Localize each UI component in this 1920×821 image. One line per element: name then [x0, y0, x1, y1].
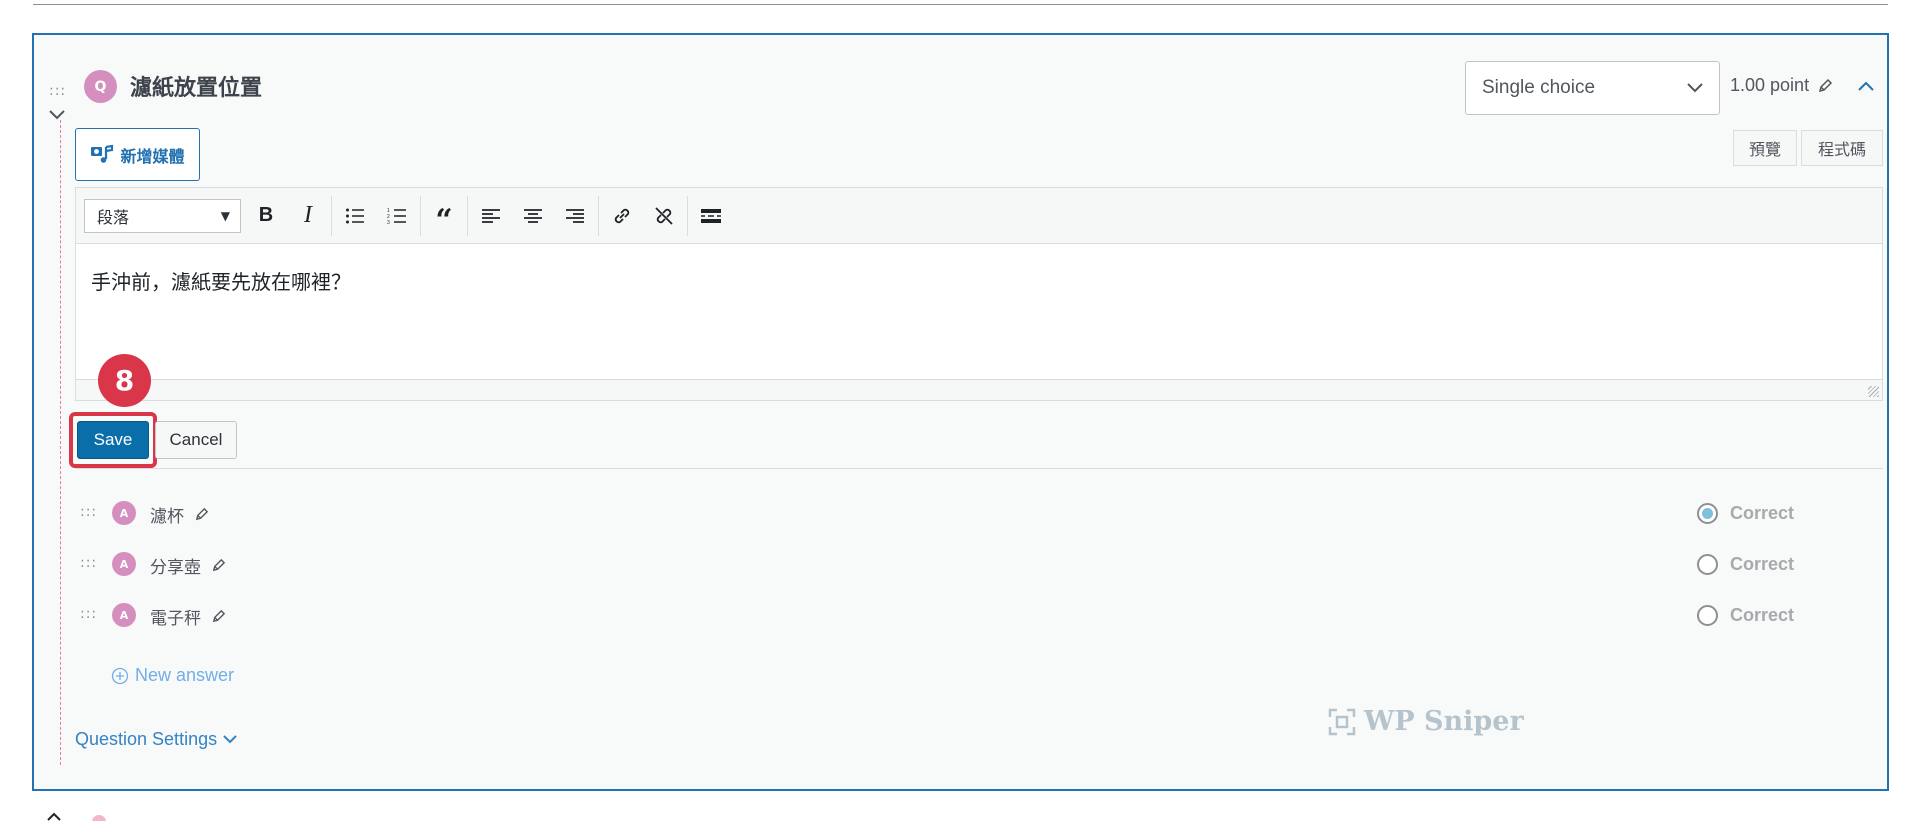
answer-text: 電子秤: [150, 609, 201, 629]
blockquote-icon[interactable]: “: [423, 196, 465, 238]
align-right-icon[interactable]: [554, 196, 596, 236]
correct-radio[interactable]: Correct: [1697, 605, 1794, 626]
answer-badge: A: [112, 501, 136, 525]
answer-text: 濾杯: [150, 507, 184, 527]
answer-drag-handle[interactable]: :::: [80, 505, 97, 519]
chevron-down-icon: [49, 110, 65, 120]
radio-checked-icon[interactable]: [1697, 503, 1718, 524]
points-value: 1.00 point: [1730, 75, 1810, 95]
correct-label: Correct: [1730, 605, 1795, 625]
bold-icon[interactable]: B: [245, 196, 287, 236]
correct-radio[interactable]: Correct: [1697, 503, 1794, 524]
italic-icon[interactable]: I: [287, 196, 329, 236]
toolbar-separator: [420, 195, 421, 236]
top-divider: [33, 4, 1888, 5]
correct-radio[interactable]: Correct: [1697, 554, 1794, 575]
toolbar-separator: [598, 195, 599, 236]
add-media-label: 新增媒體: [120, 146, 185, 166]
correct-label: Correct: [1730, 503, 1795, 523]
question-rail: [60, 120, 61, 765]
answer-item[interactable]: 分享壺: [150, 553, 226, 578]
add-media-button[interactable]: 新增媒體: [75, 128, 200, 181]
collapse-question-button[interactable]: [1858, 76, 1874, 95]
resize-handle-icon[interactable]: [1868, 386, 1879, 397]
question-type-select[interactable]: Single choice: [1465, 61, 1720, 115]
dropdown-caret-icon: ▼: [220, 208, 230, 223]
chevron-up-icon: [1858, 81, 1874, 91]
unlink-icon[interactable]: [643, 196, 685, 236]
toolbar-separator: [687, 195, 688, 236]
new-answer-button[interactable]: New answer: [111, 665, 234, 686]
radio-unchecked-icon[interactable]: [1697, 554, 1718, 575]
save-button[interactable]: Save: [77, 421, 149, 459]
pencil-icon[interactable]: [1817, 78, 1833, 94]
question-settings-toggle[interactable]: Question Settings: [75, 729, 237, 750]
cancel-button[interactable]: Cancel: [155, 421, 237, 459]
answer-drag-handle[interactable]: :::: [80, 607, 97, 621]
answer-item[interactable]: 電子秤: [150, 604, 226, 629]
answer-drag-handle[interactable]: :::: [80, 556, 97, 570]
editor-status-bar: [76, 379, 1882, 400]
next-question-badge: [92, 815, 106, 821]
question-drag-handle[interactable]: :::: [49, 84, 66, 98]
pencil-icon[interactable]: [194, 507, 209, 522]
chevron-down-icon: [223, 735, 237, 744]
media-icon: [91, 144, 114, 163]
question-badge: Q: [84, 70, 117, 103]
new-answer-label: New answer: [135, 665, 235, 685]
editor-content[interactable]: 手沖前，濾紙要先放在哪裡？: [76, 244, 1882, 379]
pencil-icon[interactable]: [211, 558, 226, 573]
tab-code[interactable]: 程式碼: [1801, 130, 1883, 166]
chevron-down-icon: [1687, 83, 1703, 93]
question-panel: [32, 33, 1889, 791]
numbered-list-icon[interactable]: 123: [376, 196, 418, 236]
correct-label: Correct: [1730, 554, 1795, 574]
question-title[interactable]: 濾紙放置位置: [130, 70, 262, 102]
more-tag-icon[interactable]: [690, 196, 732, 236]
rich-text-editor: 段落 ▼ B I 123 “ 手沖前，濾紙要先放在哪裡？: [75, 187, 1883, 401]
watermark: WP Sniper: [1328, 706, 1524, 737]
answer-item[interactable]: 濾杯: [150, 502, 209, 527]
next-question-toggle[interactable]: [47, 806, 61, 821]
toolbar-separator: [331, 195, 332, 236]
plus-circle-icon: [111, 667, 129, 684]
align-left-icon[interactable]: [470, 196, 512, 236]
watermark-logo-icon: [1328, 708, 1356, 735]
bullet-list-icon[interactable]: [334, 196, 376, 236]
svg-text:3: 3: [387, 220, 390, 225]
format-select[interactable]: 段落 ▼: [84, 198, 241, 233]
link-icon[interactable]: [601, 196, 643, 236]
question-points[interactable]: 1.00 point: [1730, 75, 1833, 96]
pencil-icon[interactable]: [211, 609, 226, 624]
question-type-value: Single choice: [1482, 77, 1596, 98]
expand-toggle[interactable]: [49, 105, 65, 124]
answer-text: 分享壺: [150, 558, 201, 578]
format-value: 段落: [97, 207, 130, 227]
align-center-icon[interactable]: [512, 196, 554, 236]
watermark-text: WP Sniper: [1364, 706, 1524, 737]
step-marker: 8: [98, 354, 151, 407]
question-settings-label: Question Settings: [75, 729, 218, 749]
editor-toolbar: 段落 ▼ B I 123 “: [76, 188, 1882, 244]
radio-unchecked-icon[interactable]: [1697, 605, 1718, 626]
answers-divider: [75, 468, 1883, 469]
answer-badge: A: [112, 552, 136, 576]
answer-badge: A: [112, 603, 136, 627]
chevron-up-icon: [47, 812, 61, 821]
toolbar-separator: [467, 195, 468, 236]
tab-visual[interactable]: 預覽: [1733, 130, 1797, 166]
